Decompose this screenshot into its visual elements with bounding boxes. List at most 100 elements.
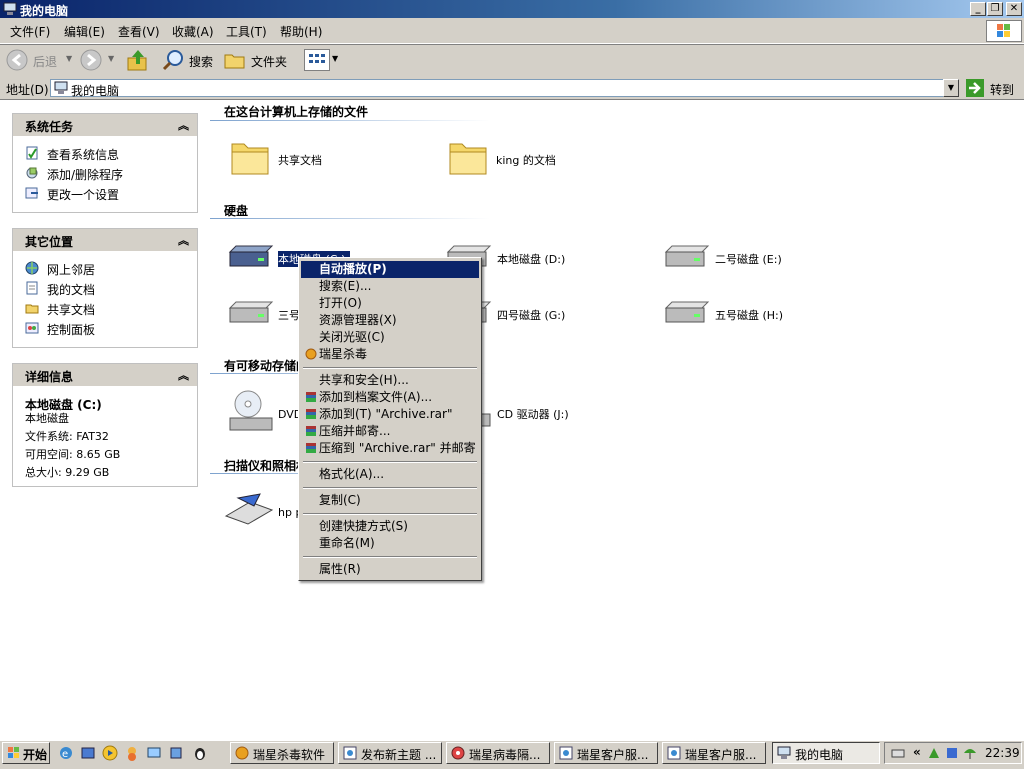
menu-file[interactable]: 文件(F): [10, 23, 50, 40]
window-title: 我的电脑: [20, 4, 69, 18]
ctx-label: 自动播放(P): [319, 262, 387, 276]
item-shared-documents[interactable]: 共享文档: [278, 152, 322, 168]
back-arrow-icon[interactable]: [6, 49, 28, 71]
folders-button[interactable]: 文件夹: [251, 53, 287, 70]
task-label: 瑞星客户服...: [685, 748, 757, 762]
address-dropdown-icon[interactable]: ▼: [943, 79, 959, 97]
task-new-topic[interactable]: 发布新主题 ...: [338, 742, 442, 764]
title-bar[interactable]: 我的电脑 _ ❐ ✕: [0, 0, 1024, 18]
keyboard-icon[interactable]: [891, 746, 905, 760]
qq-penguin-icon[interactable]: [192, 745, 208, 761]
hard-disk-icon[interactable]: [226, 244, 274, 274]
network-tray-icon[interactable]: [927, 746, 941, 760]
section-hard-disks: 硬盘: [224, 204, 249, 218]
media-player-icon[interactable]: [102, 745, 118, 761]
go-button[interactable]: 转到: [990, 81, 1014, 98]
item-king-documents[interactable]: king 的文档: [496, 152, 556, 168]
ie-page-icon: [667, 746, 681, 760]
umbrella-icon[interactable]: [963, 746, 977, 760]
task-rising-antivirus[interactable]: 瑞星杀毒软件: [230, 742, 334, 764]
address-input[interactable]: 我的电脑: [50, 79, 958, 98]
ctx-copy[interactable]: 复制(C): [301, 492, 479, 509]
ctx-compress-email[interactable]: 压缩并邮寄...: [301, 423, 479, 440]
ctx-properties[interactable]: 属性(R): [301, 561, 479, 578]
antivirus-tray-icon[interactable]: [945, 746, 959, 760]
views-dropdown-icon[interactable]: ▼: [332, 54, 338, 63]
system-tasks-header[interactable]: 系统任务 ︽: [13, 114, 197, 136]
back-button[interactable]: 后退: [33, 53, 57, 70]
outlook-icon[interactable]: [80, 745, 96, 761]
hard-disk-icon[interactable]: [662, 300, 710, 330]
task-customer-service-2[interactable]: 瑞星客户服...: [662, 742, 766, 764]
menu-tools[interactable]: 工具(T): [226, 23, 267, 40]
ctx-add-to-archive-rar[interactable]: 添加到(T) "Archive.rar": [301, 406, 479, 423]
hard-disk-icon[interactable]: [662, 244, 710, 274]
item-drive-g[interactable]: 四号磁盘 (G:): [497, 307, 565, 323]
task-virus-quarantine[interactable]: 瑞星病毒隔...: [446, 742, 550, 764]
ctx-create-shortcut[interactable]: 创建快捷方式(S): [301, 518, 479, 535]
details-panel: 详细信息 ︽ 本地磁盘 (C:) 本地磁盘 文件系统: FAT32 可用空间: 8…: [12, 363, 198, 487]
views-icon[interactable]: [304, 49, 330, 71]
scanner-icon[interactable]: [224, 492, 274, 528]
network-icon: [25, 261, 39, 275]
quarantine-icon: [451, 746, 465, 760]
ctx-compress-rar-email[interactable]: 压缩到 "Archive.rar" 并邮寄: [301, 440, 479, 457]
ctx-autoplay[interactable]: 自动播放(P): [301, 261, 479, 278]
dvd-drive-icon[interactable]: [226, 388, 274, 436]
ctx-search[interactable]: 搜索(E)...: [301, 278, 479, 295]
item-drive-j[interactable]: CD 驱动器 (J:): [497, 406, 569, 422]
forward-arrow-icon[interactable]: [80, 49, 102, 71]
up-folder-icon[interactable]: [126, 48, 150, 72]
ctx-rename[interactable]: 重命名(M): [301, 535, 479, 552]
ctx-label: 搜索(E)...: [319, 279, 372, 293]
ctx-sharing[interactable]: 共享和安全(H)...: [301, 372, 479, 389]
item-drive-d[interactable]: 本地磁盘 (D:): [497, 251, 565, 267]
ctx-explorer[interactable]: 资源管理器(X): [301, 312, 479, 329]
ctx-open[interactable]: 打开(O): [301, 295, 479, 312]
task-label: 瑞星杀毒软件: [253, 748, 326, 762]
search-button[interactable]: 搜索: [189, 53, 213, 70]
menu-view[interactable]: 查看(V): [118, 23, 160, 40]
ctx-add-archive[interactable]: 添加到档案文件(A)...: [301, 389, 479, 406]
messenger-icon[interactable]: [124, 745, 140, 761]
desktop-icon[interactable]: [146, 745, 162, 761]
task-my-computer[interactable]: 我的电脑: [772, 742, 880, 764]
ctx-eject[interactable]: 关闭光驱(C): [301, 329, 479, 346]
ctx-format[interactable]: 格式化(A)...: [301, 466, 479, 483]
item-drive-e[interactable]: 二号磁盘 (E:): [715, 251, 782, 267]
ie-icon[interactable]: e: [58, 745, 74, 761]
forward-dropdown-icon[interactable]: ▼: [108, 54, 114, 63]
folder-icon[interactable]: [228, 138, 272, 178]
folder-icon[interactable]: [446, 138, 490, 178]
search-icon[interactable]: [162, 48, 186, 72]
tray-expand-icon[interactable]: «: [913, 745, 921, 759]
ctx-rising-antivirus[interactable]: 瑞星杀毒: [301, 346, 479, 363]
hard-disk-icon[interactable]: [226, 300, 274, 330]
details-header[interactable]: 详细信息 ︽: [13, 364, 197, 386]
place-label: 我的文档: [47, 283, 96, 297]
other-places-header[interactable]: 其它位置 ︽: [13, 229, 197, 251]
collapse-chevron-icon[interactable]: ︽: [178, 117, 189, 133]
collapse-chevron-icon[interactable]: ︽: [178, 367, 189, 383]
ctx-label: 复制(C): [319, 493, 361, 507]
menu-favorites[interactable]: 收藏(A): [172, 23, 214, 40]
collapse-chevron-icon[interactable]: ︽: [178, 232, 189, 248]
task-customer-service-1[interactable]: 瑞星客户服...: [554, 742, 658, 764]
go-arrow-icon[interactable]: [966, 79, 984, 97]
folders-icon[interactable]: [224, 49, 246, 71]
back-dropdown-icon[interactable]: ▼: [66, 54, 72, 63]
cube-icon[interactable]: [168, 745, 184, 761]
context-menu: 自动播放(P) 搜索(E)... 打开(O) 资源管理器(X) 关闭光驱(C) …: [298, 257, 482, 581]
restore-button[interactable]: ❐: [987, 2, 1003, 16]
ctx-label: 重命名(M): [319, 536, 375, 550]
control-panel-icon: [25, 321, 39, 335]
system-tray: « 22:39: [884, 742, 1022, 764]
item-drive-h[interactable]: 五号磁盘 (H:): [715, 307, 783, 323]
menu-help[interactable]: 帮助(H): [280, 23, 322, 40]
start-button[interactable]: 开始: [2, 742, 50, 764]
ctx-label: 打开(O): [319, 296, 362, 310]
other-places-panel: 其它位置 ︽ 网上邻居 我的文档 共享文档 控制面板: [12, 228, 198, 348]
close-button[interactable]: ✕: [1006, 2, 1022, 16]
minimize-button[interactable]: _: [970, 2, 986, 16]
menu-edit[interactable]: 编辑(E): [64, 23, 105, 40]
